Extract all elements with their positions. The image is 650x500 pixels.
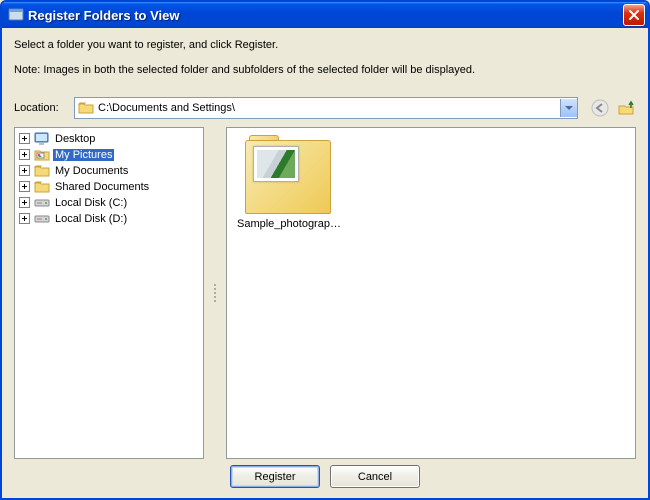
folder-item[interactable]: Sample_photography — [237, 138, 341, 256]
register-button-label: Register — [255, 471, 296, 483]
back-button[interactable] — [590, 98, 610, 118]
location-toolbar — [586, 98, 636, 118]
tree-item-label: Local Disk (D:) — [53, 213, 129, 225]
note-text: Note: Images in both the selected folder… — [14, 63, 636, 78]
tree-item-desktop[interactable]: Desktop — [17, 131, 201, 147]
tree-item-label: Desktop — [53, 133, 97, 145]
panels: Desktop My Pictures My Documents Shared Doc… — [14, 127, 636, 459]
close-button[interactable] — [623, 4, 645, 26]
register-button[interactable]: Register — [230, 465, 320, 488]
up-one-level-button[interactable] — [616, 98, 636, 118]
folder-icon — [78, 100, 94, 116]
tree-item-local-disk-c-[interactable]: Local Disk (C:) — [17, 195, 201, 211]
location-row: Location: C:\Documents and Settings\ — [14, 97, 636, 119]
folder-tree[interactable]: Desktop My Pictures My Documents Shared Doc… — [14, 127, 204, 459]
drive-icon — [34, 211, 50, 227]
expander-icon[interactable] — [19, 165, 30, 176]
dialog-title: Register Folders to View — [28, 8, 623, 23]
pictures-icon — [34, 147, 50, 163]
cancel-button[interactable]: Cancel — [330, 465, 420, 488]
instruction-text: Select a folder you want to register, an… — [14, 38, 636, 53]
dialog-body: Select a folder you want to register, an… — [2, 28, 648, 498]
expander-icon[interactable] — [19, 149, 30, 160]
location-label: Location: — [14, 102, 66, 114]
splitter[interactable] — [212, 127, 218, 459]
button-row: Register Cancel — [14, 459, 636, 490]
expander-icon[interactable] — [19, 197, 30, 208]
cancel-button-label: Cancel — [358, 471, 392, 483]
tree-item-label: Local Disk (C:) — [53, 197, 129, 209]
folder-caption: Sample_photography — [237, 218, 341, 230]
desktop-icon — [34, 131, 50, 147]
location-combo[interactable]: C:\Documents and Settings\ — [74, 97, 578, 119]
tree-item-label: My Pictures — [53, 149, 114, 161]
location-path: C:\Documents and Settings\ — [94, 102, 560, 114]
app-icon — [8, 7, 24, 23]
titlebar: Register Folders to View — [2, 2, 648, 28]
tree-item-shared-documents[interactable]: Shared Documents — [17, 179, 201, 195]
chevron-down-icon[interactable] — [560, 99, 577, 117]
tree-item-label: My Documents — [53, 165, 130, 177]
tree-item-local-disk-d-[interactable]: Local Disk (D:) — [17, 211, 201, 227]
dialog-window: Register Folders to View Select a folder… — [0, 0, 650, 500]
tree-item-my-documents[interactable]: My Documents — [17, 163, 201, 179]
drive-icon — [34, 195, 50, 211]
expander-icon[interactable] — [19, 213, 30, 224]
tree-item-my-pictures[interactable]: My Pictures — [17, 147, 201, 163]
folder-contents[interactable]: Sample_photography — [226, 127, 636, 459]
folder-icon — [34, 179, 50, 195]
thumbnail-image — [253, 146, 299, 182]
tree-item-label: Shared Documents — [53, 181, 151, 193]
folder-icon — [34, 163, 50, 179]
expander-icon[interactable] — [19, 133, 30, 144]
folder-thumbnail — [243, 138, 335, 216]
expander-icon[interactable] — [19, 181, 30, 192]
